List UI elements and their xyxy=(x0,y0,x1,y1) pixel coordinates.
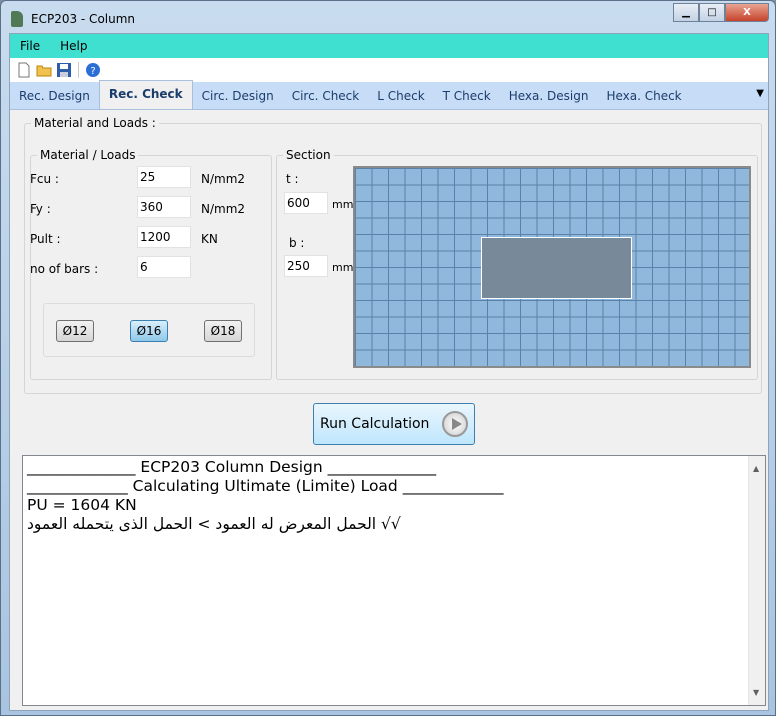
title-bar: ECP203 - Column xyxy=(11,9,135,29)
toolbar-separator xyxy=(78,62,79,78)
section-preview-grid xyxy=(353,166,751,368)
menu-help[interactable]: Help xyxy=(60,39,87,53)
menu-file[interactable]: File xyxy=(20,39,40,53)
play-icon xyxy=(442,411,468,437)
close-button[interactable]: X xyxy=(725,3,769,22)
tab-hexa-design[interactable]: Hexa. Design xyxy=(500,83,598,109)
fcu-input[interactable] xyxy=(137,166,191,188)
app-icon xyxy=(11,11,23,27)
tab-overflow-arrow-icon[interactable]: ▼ xyxy=(756,88,764,99)
fcu-label: Fcu : xyxy=(30,172,59,186)
tab-circ-design[interactable]: Circ. Design xyxy=(193,83,283,109)
tab-circ-check[interactable]: Circ. Check xyxy=(283,83,369,109)
fcu-unit: N/mm2 xyxy=(201,172,246,186)
client-area: File Help ? Rec. Design Rec. Check Circ.… xyxy=(9,33,769,711)
save-icon[interactable] xyxy=(56,62,72,78)
bars-label: no of bars : xyxy=(30,262,99,276)
tab-t-check[interactable]: T Check xyxy=(434,83,500,109)
new-file-icon[interactable] xyxy=(16,62,32,78)
fy-input[interactable] xyxy=(137,196,191,218)
run-calculation-button[interactable]: Run Calculation xyxy=(313,403,475,445)
help-icon[interactable]: ? xyxy=(85,62,101,78)
tab-hexa-check[interactable]: Hexa. Check xyxy=(597,83,690,109)
column-section-rectangle xyxy=(481,237,632,299)
fy-unit: N/mm2 xyxy=(201,202,246,216)
pult-input[interactable] xyxy=(137,226,191,248)
menu-bar: File Help xyxy=(10,34,768,58)
scroll-down-icon[interactable]: ▼ xyxy=(753,683,759,702)
output-line: _____________ Calculating Ultimate (Limi… xyxy=(27,477,504,495)
tab-rec-check[interactable]: Rec. Check xyxy=(98,80,193,109)
output-textarea[interactable]: ______________ ECP203 Column Design ____… xyxy=(22,455,766,706)
tab-strip: Rec. Design Rec. Check Circ. Design Circ… xyxy=(10,80,768,110)
tab-rec-design[interactable]: Rec. Design xyxy=(10,83,99,109)
output-line: PU = 1604 KN xyxy=(27,496,137,514)
vertical-scrollbar[interactable]: ▲ ▼ xyxy=(748,456,765,705)
dia-18-button[interactable]: Ø18 xyxy=(204,320,242,342)
svg-text:?: ? xyxy=(90,66,95,77)
b-label: b : xyxy=(289,236,305,250)
output-line-arabic: √√ الحمل المعرض له العمود > الحمل الذى ي… xyxy=(27,515,401,533)
tab-l-check[interactable]: L Check xyxy=(368,83,433,109)
pult-label: Pult : xyxy=(30,232,61,246)
section-title: Section xyxy=(286,148,331,162)
b-input[interactable] xyxy=(284,255,328,277)
material-title: Material / Loads xyxy=(40,148,136,162)
bars-input[interactable] xyxy=(137,256,191,278)
tab-page: Material and Loads : Material / Loads Fc… xyxy=(10,110,768,710)
t-unit: mm xyxy=(332,198,354,211)
fy-label: Fy : xyxy=(30,202,51,216)
scroll-up-icon[interactable]: ▲ xyxy=(753,459,759,478)
t-input[interactable] xyxy=(284,192,328,214)
b-unit: mm xyxy=(332,261,354,274)
output-line: ______________ ECP203 Column Design ____… xyxy=(27,458,437,476)
minimize-button[interactable]: ▁ xyxy=(673,3,699,22)
run-calculation-label: Run Calculation xyxy=(320,416,430,432)
pult-unit: KN xyxy=(201,232,218,246)
toolbar: ? xyxy=(10,58,768,82)
app-window: ECP203 - Column ▁ □ X File Help ? Rec. D… xyxy=(0,0,776,716)
maximize-button[interactable]: □ xyxy=(699,3,725,22)
group-title: Material and Loads : xyxy=(34,116,156,130)
open-folder-icon[interactable] xyxy=(36,62,52,78)
dia-12-button[interactable]: Ø12 xyxy=(56,320,94,342)
t-label: t : xyxy=(286,172,299,186)
dia-16-button[interactable]: Ø16 xyxy=(130,320,168,342)
window-title: ECP203 - Column xyxy=(31,12,136,26)
